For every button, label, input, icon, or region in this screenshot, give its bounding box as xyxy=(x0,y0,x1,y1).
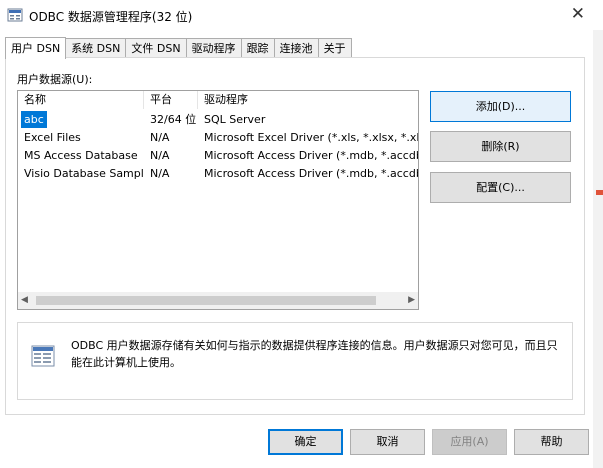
scroll-left-icon[interactable]: ◀ xyxy=(21,295,28,305)
tab-panel-user-dsn: 用户数据源(U): 名称 平台 驱动程序 abc 32/64 位 SQL Ser… xyxy=(5,57,585,415)
user-dsn-list[interactable]: 名称 平台 驱动程序 abc 32/64 位 SQL Server Excel … xyxy=(17,90,419,310)
row-name: Excel Files xyxy=(24,131,81,144)
column-header-driver[interactable]: 驱动程序 xyxy=(198,91,418,109)
background-window-edge xyxy=(593,30,603,468)
tab-about[interactable]: 关于 xyxy=(318,38,352,58)
row-driver: Microsoft Excel Driver (*.xls, *.xlsx, *… xyxy=(204,131,418,144)
background-window-marker xyxy=(596,190,603,195)
row-driver: Microsoft Access Driver (*.mdb, *.accdb) xyxy=(204,149,418,162)
tab-file-dsn[interactable]: 文件 DSN xyxy=(126,38,187,58)
tab-tracing[interactable]: 跟踪 xyxy=(241,38,275,58)
ok-button[interactable]: 确定 xyxy=(268,429,343,455)
tab-strip: 用户 DSN 系统 DSN 文件 DSN 驱动程序 跟踪 连接池 关于 xyxy=(5,37,352,59)
row-name: MS Access Database xyxy=(24,149,138,162)
scrollbar-thumb[interactable] xyxy=(36,296,376,305)
help-button[interactable]: 帮助 xyxy=(514,429,589,455)
row-platform: N/A xyxy=(150,149,170,162)
row-platform: 32/64 位 xyxy=(150,113,197,126)
apply-button[interactable]: 应用(A) xyxy=(432,429,507,455)
tab-system-dsn[interactable]: 系统 DSN xyxy=(66,38,127,58)
cancel-button[interactable]: 取消 xyxy=(350,429,425,455)
tab-user-dsn[interactable]: 用户 DSN xyxy=(5,37,67,59)
data-source-icon xyxy=(31,345,55,367)
add-button[interactable]: 添加(D)... xyxy=(430,91,571,122)
list-row[interactable]: abc 32/64 位 SQL Server xyxy=(18,111,418,129)
remove-button[interactable]: 删除(R) xyxy=(430,131,571,162)
odbc-app-icon xyxy=(7,8,23,22)
window-title: ODBC 数据源管理程序(32 位) xyxy=(29,10,193,24)
horizontal-scrollbar[interactable]: ◀ ▶ xyxy=(18,292,418,309)
list-row[interactable]: Excel Files N/A Microsoft Excel Driver (… xyxy=(18,129,418,147)
list-header: 名称 平台 驱动程序 xyxy=(18,91,418,109)
list-row[interactable]: MS Access Database N/A Microsoft Access … xyxy=(18,147,418,165)
row-name-selected: abc xyxy=(21,111,47,128)
scroll-right-icon[interactable]: ▶ xyxy=(408,295,415,305)
info-box: ODBC 用户数据源存储有关如何与指示的数据提供程序连接的信息。用户数据源只对您… xyxy=(17,322,573,400)
row-platform: N/A xyxy=(150,131,170,144)
row-name: Visio Database Samples xyxy=(24,167,144,180)
column-header-name[interactable]: 名称 xyxy=(18,91,144,109)
row-platform: N/A xyxy=(150,167,170,180)
row-driver: Microsoft Access Driver (*.mdb, *.accdb) xyxy=(204,167,418,180)
close-icon[interactable]: ✕ xyxy=(571,4,585,24)
row-driver: SQL Server xyxy=(204,113,266,126)
user-dsn-section-label: 用户数据源(U): xyxy=(17,73,93,86)
column-header-platform[interactable]: 平台 xyxy=(144,91,198,109)
configure-button[interactable]: 配置(C)... xyxy=(430,172,571,203)
tab-connection-pooling[interactable]: 连接池 xyxy=(274,38,319,58)
tab-drivers[interactable]: 驱动程序 xyxy=(186,38,242,58)
info-description: ODBC 用户数据源存储有关如何与指示的数据提供程序连接的信息。用户数据源只对您… xyxy=(71,339,558,369)
title-bar: ODBC 数据源管理程序(32 位) ✕ xyxy=(0,0,603,30)
list-row[interactable]: Visio Database Samples N/A Microsoft Acc… xyxy=(18,165,418,183)
